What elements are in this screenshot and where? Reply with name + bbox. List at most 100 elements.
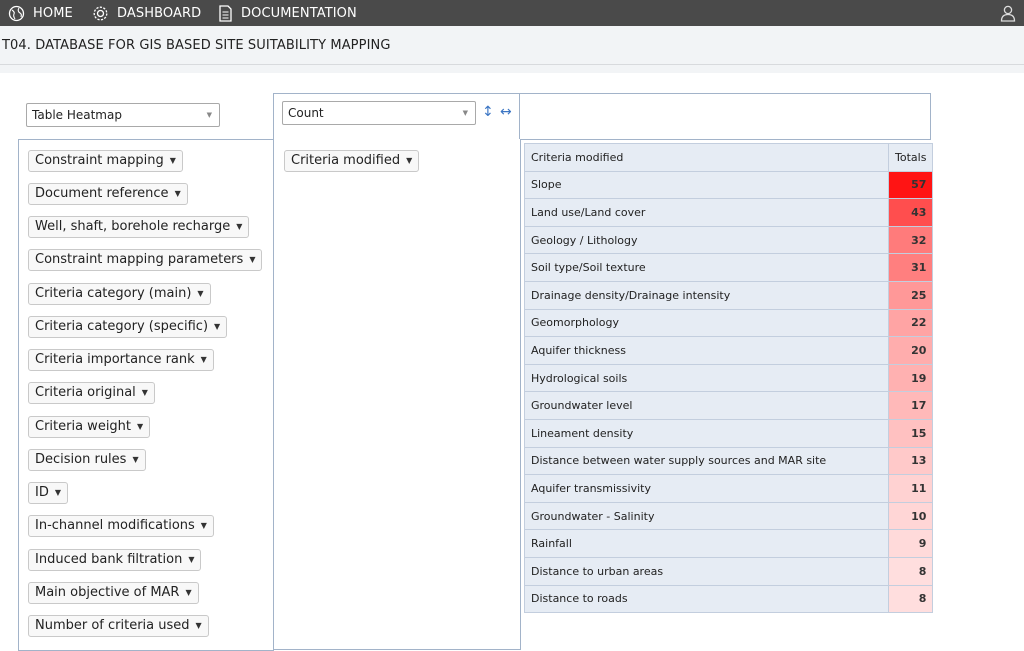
renderer-select[interactable]: Table Heatmap ▼ — [26, 103, 220, 127]
row-label: Aquifer transmissivity — [524, 474, 889, 503]
row-attributes-area — [273, 139, 521, 650]
gear-icon — [93, 6, 108, 20]
attribute-label: Constraint mapping — [35, 153, 164, 168]
attribute-label: Constraint mapping parameters — [35, 252, 244, 267]
row-label: Geology / Lithology — [524, 225, 889, 255]
header-divider — [0, 65, 1024, 73]
attribute-pill[interactable]: Induced bank filtration ▼ — [28, 549, 202, 571]
sort-cols-icon[interactable]: ↔ — [500, 104, 512, 120]
attribute-pill[interactable]: ID ▼ — [28, 482, 69, 504]
attribute-pill[interactable]: Constraint mapping parameters ▼ — [28, 249, 263, 271]
table-row: Slope 57 — [524, 170, 934, 200]
triangle-down-icon: ▼ — [185, 588, 192, 597]
attribute-label: Criteria importance rank — [35, 352, 195, 367]
table-row: Geology / Lithology 32 — [524, 225, 934, 255]
attribute-label: ID — [35, 485, 49, 500]
row-label: Aquifer thickness — [524, 336, 889, 365]
row-total[interactable]: 57 — [887, 170, 934, 200]
table-row: Aquifer thickness 20 — [524, 336, 934, 365]
row-label: Groundwater level — [524, 391, 889, 420]
table-row: Hydrological soils 19 — [524, 363, 934, 393]
attribute-pill[interactable]: Main objective of MAR ▼ — [28, 582, 199, 604]
row-total[interactable]: 13 — [887, 446, 934, 476]
row-label: Distance between water supply sources an… — [524, 446, 889, 476]
attribute-label: Criteria original — [35, 385, 136, 400]
row-total[interactable]: 8 — [887, 556, 934, 586]
row-label: Distance to roads — [524, 584, 889, 614]
table-row: Drainage density/Drainage intensity 25 — [524, 280, 934, 310]
table-row: Rainfall 9 — [524, 529, 934, 558]
table-row: Geomorphology 22 — [524, 308, 934, 338]
row-total[interactable]: 20 — [887, 336, 934, 365]
page-header: T04. DATABASE FOR GIS BASED SITE SUITABI… — [0, 26, 1024, 65]
page-title: T04. DATABASE FOR GIS BASED SITE SUITABI… — [2, 38, 391, 53]
row-total[interactable]: 17 — [887, 391, 934, 420]
column-attributes-area — [519, 93, 931, 140]
nav-documentation[interactable]: DOCUMENTATION — [218, 0, 357, 26]
attribute-label: Decision rules — [35, 452, 127, 467]
renderer-area: Table Heatmap ▼ — [18, 93, 273, 139]
attribute-pill[interactable]: Criteria weight ▼ — [28, 416, 151, 438]
attribute-pill[interactable]: Decision rules ▼ — [28, 449, 146, 471]
triangle-down-icon: ▼ — [200, 521, 207, 530]
attribute-pill[interactable]: Document reference ▼ — [28, 183, 188, 205]
row-attribute-pill[interactable]: Criteria modified ▼ — [284, 150, 420, 172]
table-row: Land use/Land cover 43 — [524, 198, 934, 227]
renderer-select-value: Table Heatmap — [32, 108, 122, 122]
attribute-label: Criteria category (specific) — [35, 319, 209, 334]
row-label: Slope — [524, 170, 889, 200]
row-label: Geomorphology — [524, 308, 889, 338]
table-row: Lineament density 15 — [524, 418, 934, 448]
row-total[interactable]: 15 — [887, 418, 934, 448]
nav-dashboard[interactable]: DASHBOARD — [92, 0, 201, 26]
attribute-pill[interactable]: Criteria importance rank ▼ — [28, 349, 214, 371]
triangle-down-icon: ▼ — [174, 189, 181, 198]
triangle-down-icon: ▼ — [188, 555, 195, 564]
attribute-pill[interactable]: Criteria original ▼ — [28, 382, 155, 404]
chevron-down-icon: ▼ — [462, 109, 468, 117]
row-total[interactable]: 32 — [887, 225, 934, 255]
user-menu[interactable] — [1000, 4, 1016, 26]
attribute-pill[interactable]: Well, shaft, borehole recharge ▼ — [28, 216, 250, 238]
row-label: Hydrological soils — [524, 363, 889, 393]
row-label: Drainage density/Drainage intensity — [524, 280, 889, 310]
nav-home[interactable]: HOME — [8, 0, 73, 26]
row-label: Distance to urban areas — [524, 556, 889, 586]
triangle-down-icon: ▼ — [137, 422, 144, 431]
nav-home-label: HOME — [33, 5, 73, 21]
row-total[interactable]: 25 — [887, 280, 934, 310]
row-label: Land use/Land cover — [524, 198, 889, 227]
table-row: Groundwater level 17 — [524, 391, 934, 420]
attribute-pill[interactable]: Number of criteria used ▼ — [28, 615, 209, 637]
aggregator-select[interactable]: Count ▼ — [282, 101, 476, 125]
row-total[interactable]: 8 — [887, 584, 934, 614]
table-row: Distance between water supply sources an… — [524, 446, 934, 476]
row-total[interactable]: 19 — [887, 363, 934, 393]
row-total[interactable]: 9 — [887, 529, 934, 558]
row-total[interactable]: 11 — [887, 474, 934, 503]
row-total[interactable]: 10 — [887, 501, 934, 531]
attribute-pill[interactable]: Criteria category (main) ▼ — [28, 283, 211, 305]
triangle-down-icon: ▼ — [195, 621, 202, 630]
row-total[interactable]: 43 — [887, 198, 934, 227]
nav-documentation-label: DOCUMENTATION — [241, 5, 357, 21]
table-row: Groundwater - Salinity 10 — [524, 501, 934, 531]
attribute-label: Well, shaft, borehole recharge — [35, 219, 231, 234]
table-row: Distance to urban areas 8 — [524, 556, 934, 586]
user-icon — [1000, 5, 1016, 22]
nav-dashboard-label: DASHBOARD — [117, 5, 202, 21]
triangle-down-icon: ▼ — [141, 388, 148, 397]
row-header: Criteria modified — [524, 143, 889, 172]
row-total[interactable]: 22 — [887, 308, 934, 338]
totals-header: Totals — [887, 143, 934, 172]
attribute-pill[interactable]: Criteria category (specific) ▼ — [28, 316, 228, 338]
triangle-down-icon: ▼ — [249, 255, 256, 264]
triangle-down-icon: ▼ — [197, 289, 204, 298]
attribute-label: Criteria category (main) — [35, 286, 192, 301]
attribute-pill[interactable]: In-channel modifications ▼ — [28, 515, 214, 537]
row-label: Rainfall — [524, 529, 889, 558]
sort-rows-icon[interactable]: ↕ — [482, 104, 494, 120]
attribute-label: Document reference — [35, 186, 169, 201]
attribute-pill[interactable]: Constraint mapping ▼ — [28, 150, 183, 172]
row-total[interactable]: 31 — [887, 253, 934, 282]
